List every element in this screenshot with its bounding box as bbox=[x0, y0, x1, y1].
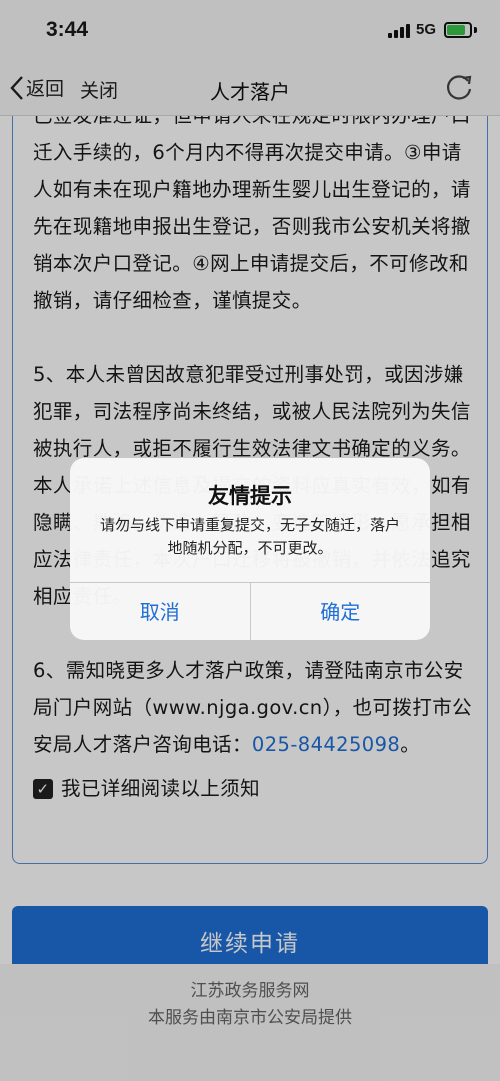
dialog-title: 友情提示 bbox=[208, 484, 292, 508]
dialog-actions: 取消 确定 bbox=[70, 582, 430, 640]
dialog-message: 请勿与线下申请重复提交，无子女随迁，落户地随机分配，不可更改。 bbox=[99, 516, 400, 557]
alert-dialog: 友情提示 请勿与线下申请重复提交，无子女随迁，落户地随机分配，不可更改。 取消 … bbox=[70, 458, 430, 640]
cancel-button[interactable]: 取消 bbox=[70, 583, 250, 640]
confirm-button[interactable]: 确定 bbox=[249, 583, 431, 640]
